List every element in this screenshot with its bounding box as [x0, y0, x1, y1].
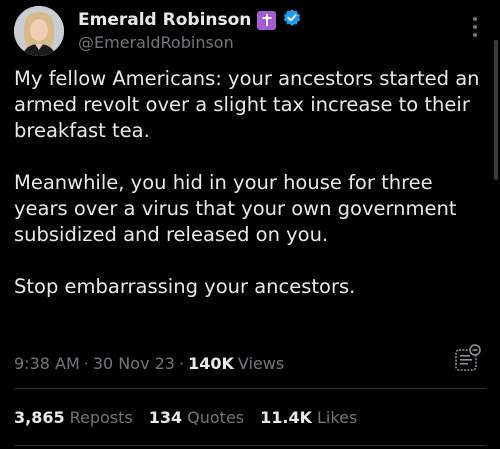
display-name[interactable]: Emerald Robinson: [78, 10, 251, 30]
tweet-date[interactable]: 30 Nov 23: [93, 354, 175, 373]
engagement-stats: 3,865 Reposts 134 Quotes 11.4K Likes: [14, 408, 373, 427]
scrollbar[interactable]: [494, 40, 498, 180]
cross-icon: [257, 10, 277, 30]
views-label: Views: [237, 353, 285, 373]
reposts-stat[interactable]: 3,865 Reposts: [14, 408, 133, 427]
author-handle[interactable]: @EmeraldRobinson: [78, 33, 234, 52]
stat-label: Reposts: [69, 408, 133, 427]
stat-value: 11.4K: [260, 408, 313, 427]
stat-label: Quotes: [187, 408, 245, 427]
tweet-text: My fellow Americans: your ancestors star…: [14, 66, 484, 326]
tweet-paragraph: Meanwhile, you hid in your house for thr…: [14, 171, 457, 246]
tweet-paragraph: My fellow Americans: your ancestors star…: [14, 67, 480, 142]
analytics-icon[interactable]: [454, 343, 482, 373]
stat-value: 3,865: [14, 408, 65, 427]
tweet-meta: 9:38 AM · 30 Nov 23 · 140K Views: [14, 352, 284, 374]
quotes-stat[interactable]: 134 Quotes: [149, 408, 244, 427]
likes-stat[interactable]: 11.4K Likes: [260, 408, 357, 427]
more-vertical-icon[interactable]: [472, 16, 478, 38]
verified-check-icon: [282, 8, 302, 32]
meta-separator: ·: [83, 353, 89, 373]
tweet-paragraph: Stop embarrassing your ancestors.: [14, 275, 356, 298]
views-count: 140K: [188, 353, 234, 373]
divider: [14, 388, 486, 389]
divider: [14, 445, 486, 446]
author-name-row: Emerald Robinson: [78, 8, 302, 32]
tweet: Emerald Robinson @EmeraldRobinson My fel…: [0, 0, 500, 449]
avatar[interactable]: [14, 6, 64, 56]
meta-separator: ·: [178, 353, 185, 373]
stat-value: 134: [148, 408, 183, 427]
tweet-time[interactable]: 9:38 AM: [14, 354, 80, 373]
stat-label: Likes: [317, 408, 358, 427]
